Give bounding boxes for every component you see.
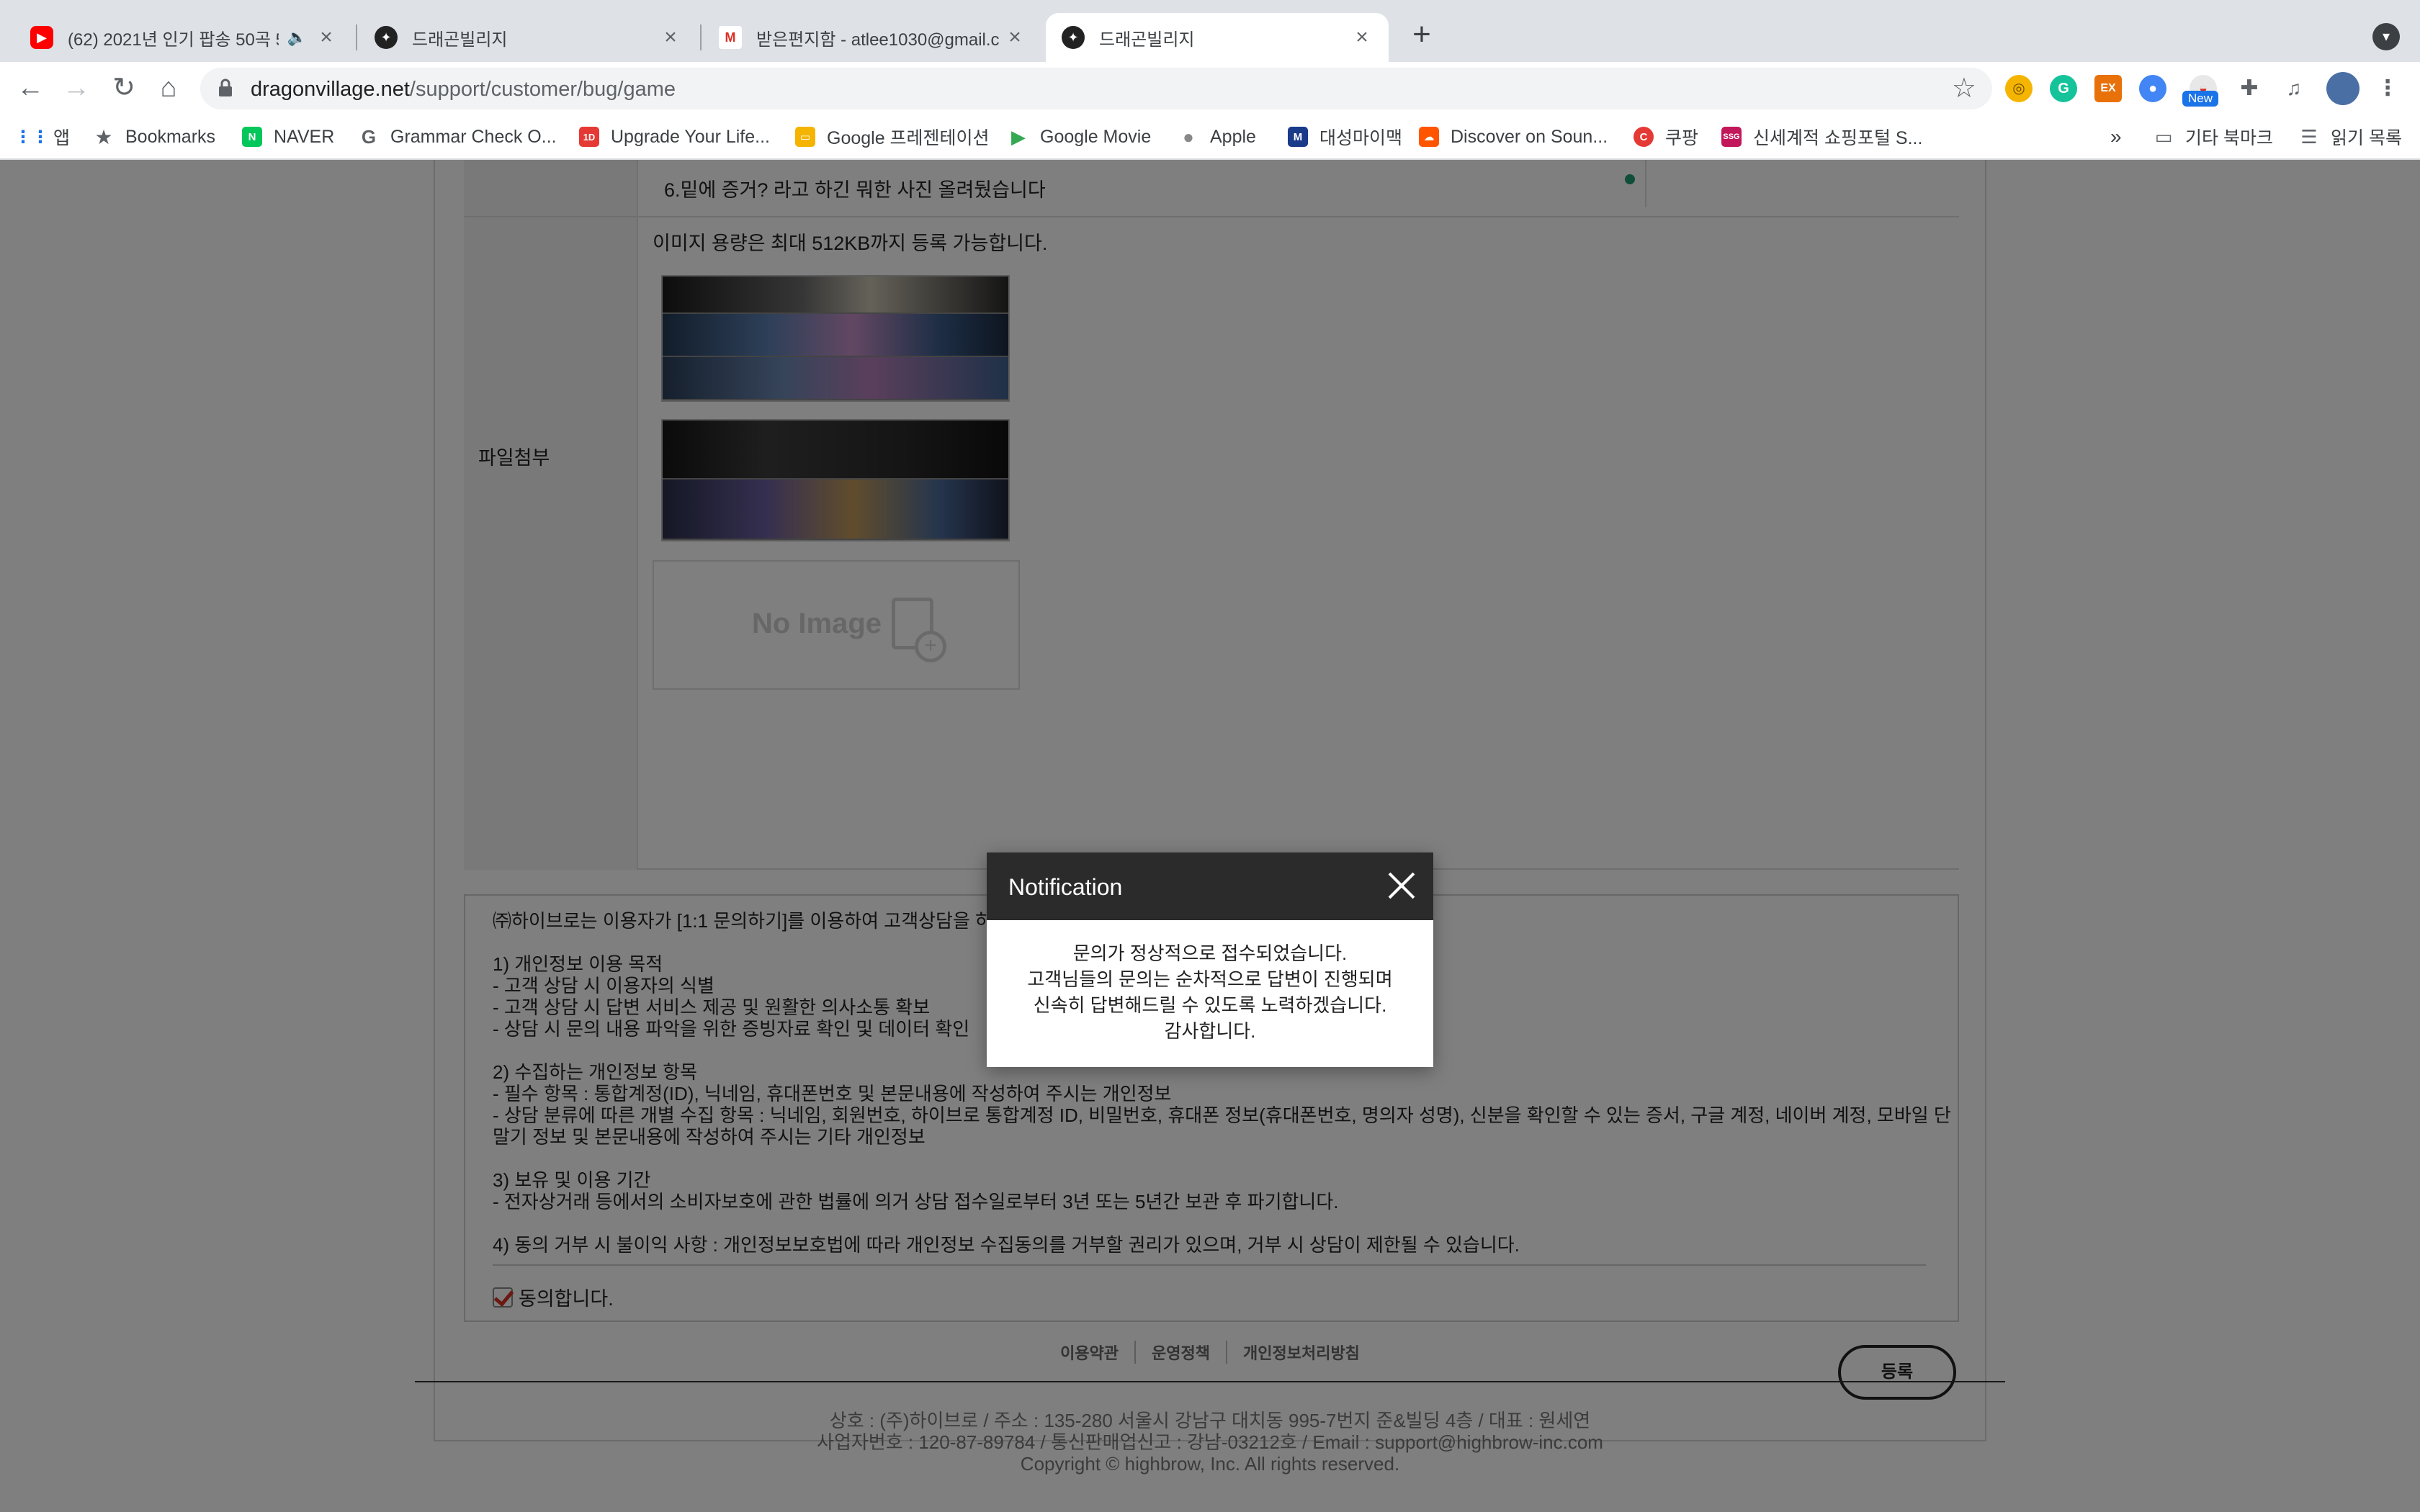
url-path: /support/customer/bug/game <box>409 78 676 101</box>
tab-search-icon[interactable]: ▾ <box>2372 23 2400 50</box>
page-viewport: 6.밑에 증거? 라고 하긴 뭐한 사진 올려뒀습니다 파일첨부 이미지 용량은… <box>0 160 2420 1512</box>
tab-youtube[interactable]: ▶ (62) 2021년 인기 팝송 50곡 5 🔈 × <box>14 13 353 62</box>
star-icon: ★ <box>94 125 113 148</box>
soundcloud-icon: ☁ <box>1419 127 1439 147</box>
modal-message-line: 신속히 답변해드릴 수 있도록 노력하겠습니다. <box>1033 994 1387 1016</box>
bookmark-coupang[interactable]: C 쿠팡 <box>1634 124 1698 150</box>
naver-icon: N <box>242 127 262 147</box>
close-tab-icon[interactable]: × <box>1004 25 1026 50</box>
bookmark-naver[interactable]: N NAVER <box>242 124 334 150</box>
close-tab-icon[interactable]: × <box>315 25 337 50</box>
ssg-icon: SSG <box>1721 127 1742 147</box>
bookmarks-overflow-button[interactable]: » <box>2110 124 2122 150</box>
bookmark-label: Apple <box>1210 126 1256 147</box>
forward-button[interactable]: → <box>59 71 94 105</box>
bookmark-soundcloud[interactable]: ☁ Discover on Soun... <box>1419 124 1608 150</box>
bookmarks-bar: ⋮⋮ 앱 ★ Bookmarks N NAVER G Grammar Check… <box>0 114 2420 160</box>
bookmark-label: NAVER <box>274 126 335 147</box>
tab-gmail[interactable]: M 받은편지함 - atlee1030@gmail.c × <box>703 13 1041 62</box>
reload-button[interactable]: ↻ <box>107 71 141 105</box>
bookmark-upgrade[interactable]: 1D Upgrade Your Life... <box>579 124 770 150</box>
other-bookmarks-label: 기타 북마크 <box>2185 128 2273 148</box>
slides-icon: ▭ <box>795 127 815 147</box>
mimac-icon: M <box>1288 127 1308 147</box>
url-domain: dragonvillage.net <box>251 78 410 101</box>
tab-separator <box>700 24 702 50</box>
bookmark-label: 쿠팡 <box>1665 128 1699 148</box>
bookmark-label: Google 프레젠테이션 <box>827 128 990 148</box>
bookmark-label: Discover on Soun... <box>1451 126 1608 147</box>
reading-list[interactable]: ☰ 읽기 목록 <box>2299 124 2402 150</box>
tab-strip: ▶ (62) 2021년 인기 팝송 50곡 5 🔈 × ✦ 드래곤빌리지 × … <box>0 0 2420 62</box>
notification-modal: Notification 문의가 정상적으로 접수되었습니다. 고객님들의 문의… <box>987 852 1433 1067</box>
upgrade-icon: 1D <box>579 127 599 147</box>
bookmark-bookmarks[interactable]: ★ Bookmarks <box>94 124 215 150</box>
tab-title: 드래곤빌리지 <box>412 30 508 50</box>
play-icon: ▶ <box>1011 125 1026 148</box>
address-bar[interactable]: dragonvillage.net/support/customer/bug/g… <box>200 68 1992 109</box>
close-tab-icon[interactable]: × <box>1351 25 1373 50</box>
tab-title: 드래곤빌리지 <box>1099 30 1195 50</box>
bookmark-grammar-check[interactable]: G Grammar Check O... <box>359 124 557 150</box>
apple-icon: ● <box>1183 125 1194 148</box>
modal-message: 문의가 정상적으로 접수되었습니다. 고객님들의 문의는 순차적으로 답변이 진… <box>987 940 1433 1044</box>
bookmark-google-movie[interactable]: ▶ Google Movie <box>1008 124 1151 150</box>
dragonvillage-icon: ✦ <box>1062 26 1085 49</box>
reading-list-icon: ☰ <box>2300 125 2318 148</box>
modal-header: Notification <box>987 852 1433 920</box>
lock-icon <box>219 78 232 96</box>
dragonvillage-icon: ✦ <box>375 26 398 49</box>
browser-toolbar: ← → ↻ ⌂ dragonvillage.net/support/custom… <box>0 62 2420 114</box>
chrome-menu-icon[interactable]: ⋮ <box>2374 75 2401 102</box>
tab-dragonvillage[interactable]: ✦ 드래곤빌리지 × <box>359 13 697 62</box>
avatar[interactable] <box>2326 72 2360 105</box>
bookmark-label: Upgrade Your Life... <box>611 126 770 147</box>
modal-title: Notification <box>1008 874 1123 900</box>
url-text: dragonvillage.net/support/customer/bug/g… <box>251 78 676 102</box>
extensions-puzzle-icon[interactable]: ✚ <box>2236 75 2263 102</box>
back-button[interactable]: ← <box>13 71 48 105</box>
bookmark-label: Google Movie <box>1040 126 1152 147</box>
extension-ex-icon[interactable]: EX <box>2094 75 2122 102</box>
speaker-icon[interactable]: 🔈 <box>287 28 307 47</box>
close-icon[interactable] <box>1383 867 1420 904</box>
bookmark-label: 앱 <box>53 128 71 148</box>
grammarly-icon[interactable]: G <box>2050 75 2077 102</box>
bookmark-apps[interactable]: ⋮⋮ 앱 <box>14 124 71 150</box>
modal-overlay[interactable] <box>0 160 2420 1512</box>
apps-grid-icon: ⋮⋮ <box>14 127 49 147</box>
media-control-icon[interactable]: ♫ <box>2280 75 2308 102</box>
close-tab-icon[interactable]: × <box>660 25 681 50</box>
tab-title: (62) 2021년 인기 팝송 50곡 5 <box>68 30 279 50</box>
extension-cookie-icon[interactable]: ◎ <box>2005 75 2033 102</box>
bookmark-label: 대성마이맥 <box>1319 128 1403 148</box>
modal-message-line: 문의가 정상적으로 접수되었습니다. <box>1072 942 1348 964</box>
bookmark-star-icon[interactable]: ☆ <box>1952 72 1976 104</box>
tab-separator <box>356 24 357 50</box>
tab-title: 받은편지함 - atlee1030@gmail.c <box>756 30 1000 50</box>
modal-message-line: 고객님들의 문의는 순차적으로 답변이 진행되며 <box>1027 968 1393 990</box>
bookmark-google-slides[interactable]: ▭ Google 프레젠테이션 <box>795 124 990 150</box>
coupang-icon: C <box>1634 127 1654 147</box>
bookmark-label: Bookmarks <box>125 126 216 147</box>
bookmark-label: 신세계적 쇼핑포털 S... <box>1753 128 1923 148</box>
new-tab-button[interactable]: + <box>1404 19 1439 53</box>
bookmark-mimac[interactable]: M 대성마이맥 <box>1288 124 1402 150</box>
other-bookmarks[interactable]: ▭ 기타 북마크 <box>2154 124 2273 150</box>
extension-new-badge: New <box>2182 91 2219 107</box>
gmail-icon: M <box>719 26 742 49</box>
bookmark-apple[interactable]: ● Apple <box>1178 124 1256 150</box>
home-button[interactable]: ⌂ <box>151 71 186 105</box>
tab-dragonvillage-active[interactable]: ✦ 드래곤빌리지 × <box>1046 13 1389 62</box>
extension-globe-icon[interactable]: ● <box>2139 75 2166 102</box>
reading-list-label: 읽기 목록 <box>2331 128 2402 148</box>
folder-icon: ▭ <box>2154 125 2173 148</box>
youtube-icon: ▶ <box>30 26 53 49</box>
grammar-icon: G <box>361 125 377 148</box>
modal-message-line: 감사합니다. <box>1164 1020 1256 1042</box>
bookmark-ssg[interactable]: SSG 신세계적 쇼핑포털 S... <box>1721 124 1922 150</box>
bookmark-label: Grammar Check O... <box>390 126 557 147</box>
